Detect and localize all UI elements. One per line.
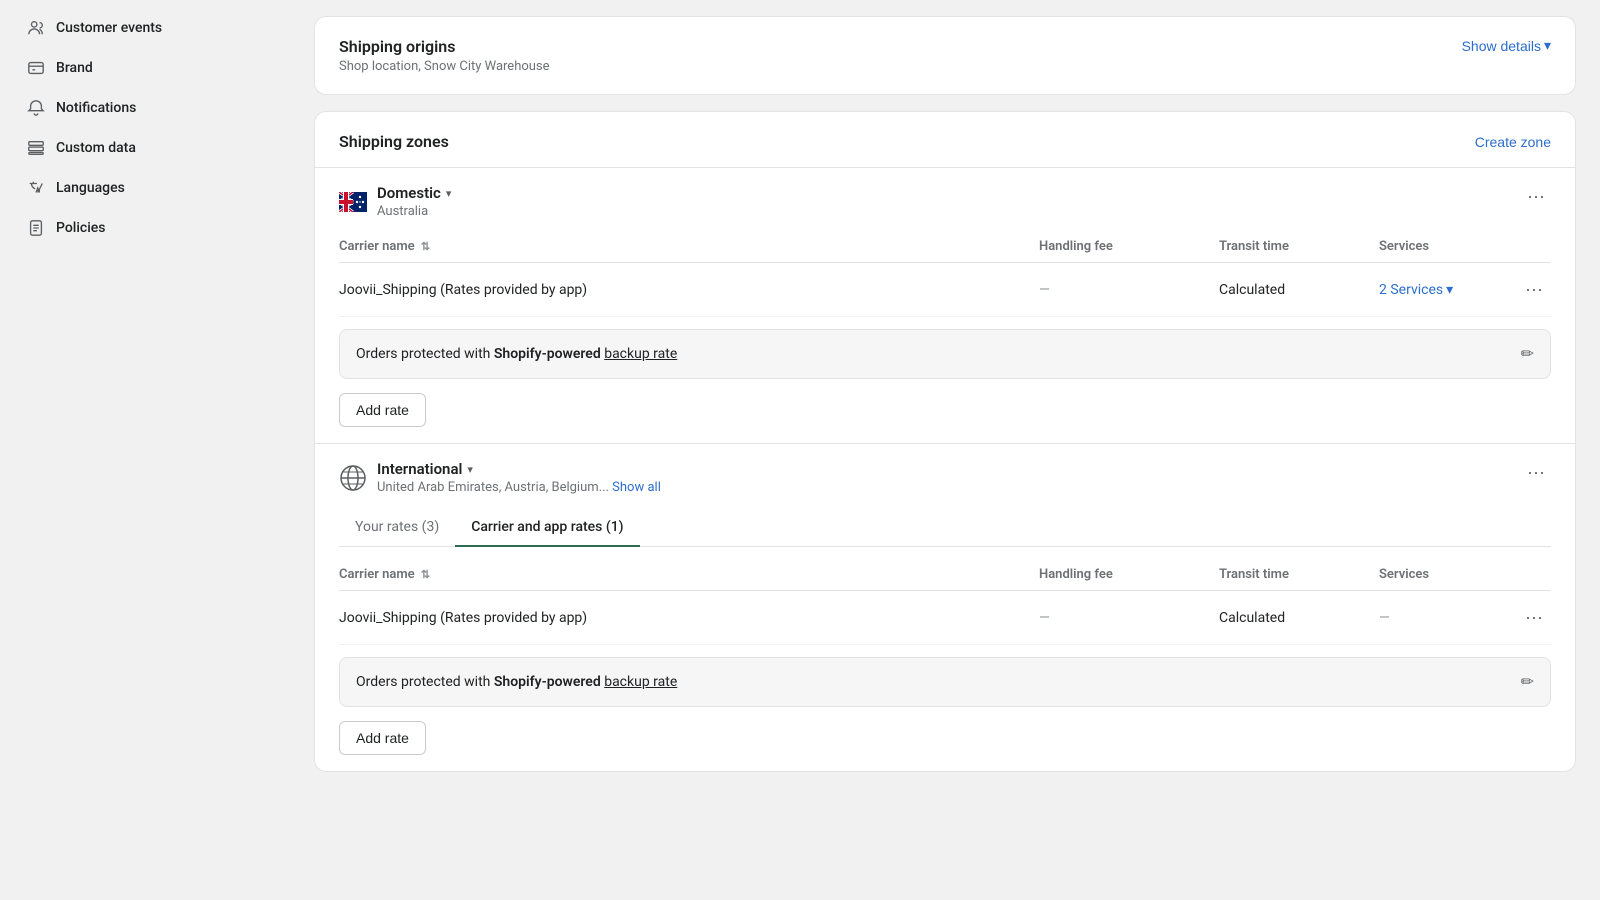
row-more-cell: ··· bbox=[1511, 277, 1551, 302]
origins-header: Shipping origins Shop location, Snow Cit… bbox=[315, 17, 1575, 94]
actions-header bbox=[1511, 239, 1551, 254]
intl-handling-fee-header: Handling fee bbox=[1031, 567, 1211, 582]
international-name-row: International ▾ bbox=[377, 460, 661, 478]
domestic-chevron-icon[interactable]: ▾ bbox=[446, 187, 452, 200]
domestic-zone-section: Domestic ▾ Australia ··· Carrier name ⇅ … bbox=[315, 168, 1575, 444]
sidebar-item-brand[interactable]: Brand bbox=[12, 48, 278, 88]
carrier-name-header: Carrier name ⇅ bbox=[339, 239, 1031, 254]
sidebar: Customer events Brand Notifications bbox=[0, 0, 290, 900]
intl-carrier-name-cell: Joovii_Shipping (Rates provided by app) bbox=[339, 610, 1031, 626]
sidebar-item-customer-events[interactable]: Customer events bbox=[12, 8, 278, 48]
international-zone-header: International ▾ United Arab Emirates, Au… bbox=[339, 460, 1551, 495]
domestic-name-row: Domestic ▾ bbox=[377, 184, 451, 202]
international-tabs: Your rates (3) Carrier and app rates (1) bbox=[339, 509, 1551, 547]
domestic-protected-banner: Orders protected with Shopify-powered ba… bbox=[339, 329, 1551, 379]
handling-fee-header: Handling fee bbox=[1031, 239, 1211, 254]
sidebar-item-label: Custom data bbox=[56, 140, 136, 156]
intl-protected-edit-button[interactable]: ✏ bbox=[1521, 672, 1534, 692]
protected-edit-button[interactable]: ✏ bbox=[1521, 344, 1534, 364]
australia-flag-icon bbox=[339, 192, 367, 212]
languages-icon bbox=[26, 178, 46, 198]
sidebar-item-notifications[interactable]: Notifications bbox=[12, 88, 278, 128]
table-row: Joovii_Shipping (Rates provided by app) … bbox=[339, 263, 1551, 317]
domestic-table-header: Carrier name ⇅ Handling fee Transit time… bbox=[339, 231, 1551, 263]
international-add-rate-button[interactable]: Add rate bbox=[339, 721, 426, 755]
services-link[interactable]: 2 Services ▾ bbox=[1379, 282, 1503, 298]
intl-protected-text: Orders protected with Shopify-powered ba… bbox=[356, 674, 677, 690]
origins-title: Shipping origins bbox=[339, 37, 550, 56]
data-icon bbox=[26, 138, 46, 158]
sidebar-item-label: Notifications bbox=[56, 100, 136, 116]
bell-icon bbox=[26, 98, 46, 118]
sort-icon: ⇅ bbox=[421, 568, 430, 581]
policies-icon bbox=[26, 218, 46, 238]
transit-time-header: Transit time bbox=[1211, 239, 1371, 254]
international-table-header: Carrier name ⇅ Handling fee Transit time… bbox=[339, 559, 1551, 591]
handling-fee-cell: — bbox=[1031, 282, 1211, 298]
globe-icon bbox=[339, 464, 367, 492]
tab-your-rates[interactable]: Your rates (3) bbox=[339, 509, 455, 547]
domestic-zone-name-group: Domestic ▾ Australia bbox=[377, 184, 451, 219]
origins-subtitle: Shop location, Snow City Warehouse bbox=[339, 59, 550, 74]
transit-time-cell: Calculated bbox=[1211, 282, 1371, 298]
sidebar-item-languages[interactable]: Languages bbox=[12, 168, 278, 208]
chevron-down-icon: ▾ bbox=[1544, 37, 1551, 54]
show-all-link[interactable]: Show all bbox=[612, 480, 661, 495]
sidebar-item-label: Policies bbox=[56, 220, 106, 236]
international-zone-name-group: International ▾ United Arab Emirates, Au… bbox=[377, 460, 661, 495]
international-zone-countries: United Arab Emirates, Austria, Belgium..… bbox=[377, 480, 661, 495]
international-more-button[interactable]: ··· bbox=[1521, 460, 1551, 485]
brand-icon bbox=[26, 58, 46, 78]
row-more-button[interactable]: ··· bbox=[1519, 277, 1549, 302]
table-row: Joovii_Shipping (Rates provided by app) … bbox=[339, 591, 1551, 645]
main-content: Shipping origins Shop location, Snow Cit… bbox=[290, 0, 1600, 900]
sort-icon: ⇅ bbox=[421, 240, 430, 253]
domestic-table: Carrier name ⇅ Handling fee Transit time… bbox=[339, 231, 1551, 317]
sidebar-item-custom-data[interactable]: Custom data bbox=[12, 128, 278, 168]
intl-carrier-name-header: Carrier name ⇅ bbox=[339, 567, 1031, 582]
intl-actions-header bbox=[1511, 567, 1551, 582]
international-table: Carrier name ⇅ Handling fee Transit time… bbox=[339, 559, 1551, 645]
intl-services-header: Services bbox=[1371, 567, 1511, 582]
international-zone-section: International ▾ United Arab Emirates, Au… bbox=[315, 444, 1575, 771]
domestic-add-rate-button[interactable]: Add rate bbox=[339, 393, 426, 427]
zones-header: Shipping zones Create zone bbox=[315, 112, 1575, 168]
intl-transit-time-header: Transit time bbox=[1211, 567, 1371, 582]
services-chevron-icon: ▾ bbox=[1446, 282, 1453, 298]
carrier-name-cell: Joovii_Shipping (Rates provided by app) bbox=[339, 282, 1031, 298]
international-chevron-icon[interactable]: ▾ bbox=[467, 463, 473, 476]
intl-services-cell: — bbox=[1371, 610, 1511, 626]
domestic-zone-country: Australia bbox=[377, 204, 451, 219]
international-protected-banner: Orders protected with Shopify-powered ba… bbox=[339, 657, 1551, 707]
backup-rate-link[interactable]: backup rate bbox=[604, 346, 677, 362]
domestic-zone-header: Domestic ▾ Australia ··· bbox=[339, 184, 1551, 219]
people-icon bbox=[26, 18, 46, 38]
intl-row-more-cell: ··· bbox=[1511, 605, 1551, 630]
create-zone-button[interactable]: Create zone bbox=[1475, 134, 1551, 150]
zones-title: Shipping zones bbox=[339, 132, 449, 151]
sidebar-item-policies[interactable]: Policies bbox=[12, 208, 278, 248]
intl-backup-rate-link[interactable]: backup rate bbox=[604, 674, 677, 690]
origins-info: Shipping origins Shop location, Snow Cit… bbox=[339, 37, 550, 74]
show-details-button[interactable]: Show details ▾ bbox=[1462, 37, 1551, 54]
shipping-zones-card: Shipping zones Create zone bbox=[314, 111, 1576, 772]
intl-row-more-button[interactable]: ··· bbox=[1519, 605, 1549, 630]
domestic-zone-name: Domestic bbox=[377, 184, 441, 202]
services-header: Services bbox=[1371, 239, 1511, 254]
international-zone-name: International bbox=[377, 460, 462, 478]
sidebar-item-label: Languages bbox=[56, 180, 125, 196]
domestic-zone-info: Domestic ▾ Australia bbox=[339, 184, 451, 219]
domestic-more-button[interactable]: ··· bbox=[1521, 184, 1551, 209]
intl-handling-fee-cell: — bbox=[1031, 610, 1211, 626]
services-cell: 2 Services ▾ bbox=[1371, 282, 1511, 298]
international-zone-info: International ▾ United Arab Emirates, Au… bbox=[339, 460, 661, 495]
intl-transit-time-cell: Calculated bbox=[1211, 610, 1371, 626]
sidebar-item-label: Brand bbox=[56, 60, 93, 76]
protected-text: Orders protected with Shopify-powered ba… bbox=[356, 346, 677, 362]
sidebar-item-label: Customer events bbox=[56, 20, 162, 36]
tab-carrier-app-rates[interactable]: Carrier and app rates (1) bbox=[455, 509, 639, 547]
shipping-origins-card: Shipping origins Shop location, Snow Cit… bbox=[314, 16, 1576, 95]
